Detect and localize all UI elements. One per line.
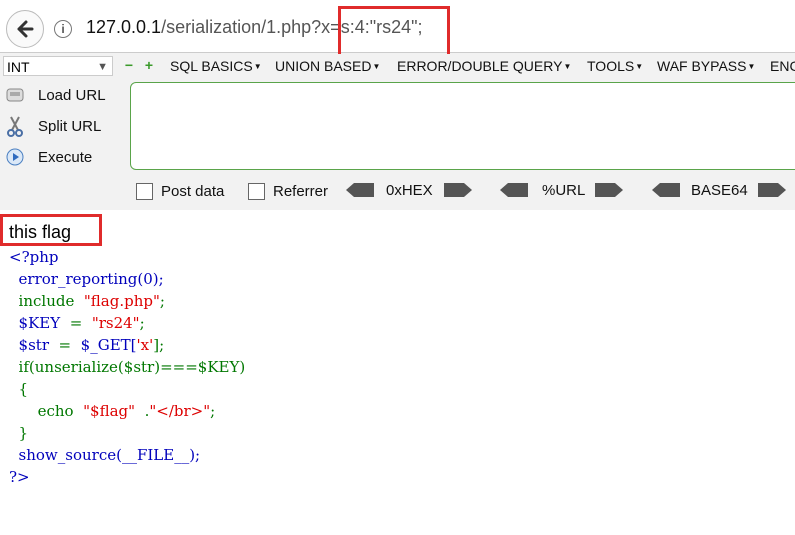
post-data-label: Post data xyxy=(161,182,225,200)
code-string: "</br>" xyxy=(149,402,211,420)
address-bar[interactable]: i 127.0.0.1/serialization/1.php?x=s:4:"r… xyxy=(0,0,795,59)
code-variable: $str xyxy=(18,336,49,354)
menu-label: TOOLS xyxy=(587,58,635,74)
page-content: this flag <?php error_reporting(0); incl… xyxy=(0,210,795,535)
url-encode-arrow-icon[interactable] xyxy=(595,183,623,197)
code-keyword: include xyxy=(18,292,75,310)
code-variable: $KEY xyxy=(18,314,61,332)
menu-waf-bypass[interactable]: WAF BYPASS▼ xyxy=(657,58,755,74)
referrer-option[interactable]: Referrer xyxy=(248,181,328,201)
referrer-checkbox[interactable] xyxy=(248,182,265,200)
post-data-checkbox[interactable] xyxy=(136,182,153,200)
load-url-icon xyxy=(4,84,26,106)
flag-output: this flag xyxy=(9,222,72,242)
hex-decode-arrow-icon[interactable] xyxy=(346,183,374,197)
hex-encode-arrow-icon[interactable] xyxy=(444,183,472,197)
play-icon xyxy=(4,146,26,168)
php-source: <?php error_reporting(0); include "flag.… xyxy=(9,248,246,486)
code-line: if(unserialize($str)===$KEY) xyxy=(18,358,246,376)
back-arrow-icon xyxy=(17,20,34,38)
url-decode-arrow-icon[interactable] xyxy=(500,183,528,197)
post-data-option[interactable]: Post data xyxy=(136,181,224,201)
base64-encode-arrow-icon[interactable] xyxy=(758,183,786,197)
chevron-down-icon: ▼ xyxy=(97,61,108,73)
back-button[interactable] xyxy=(6,10,44,48)
referrer-label: Referrer xyxy=(273,182,329,200)
execute-button[interactable]: Execute xyxy=(4,144,92,170)
url-highlight-box xyxy=(338,6,450,59)
code-string: "rs24" xyxy=(91,314,140,332)
url-encoding-label: %URL xyxy=(542,182,586,199)
code-keyword: echo xyxy=(37,402,74,420)
hackbar-toolbar: INT ▼ − + SQL BASICS▼ UNION BASED▼ ERROR… xyxy=(0,54,795,80)
load-url-label: Load URL xyxy=(38,86,106,104)
type-select[interactable]: INT ▼ xyxy=(3,56,113,76)
info-icon[interactable]: i xyxy=(54,20,72,38)
menu-union-based[interactable]: UNION BASED▼ xyxy=(275,58,380,74)
execute-label: Execute xyxy=(38,148,93,166)
split-url-label: Split URL xyxy=(38,117,102,135)
menu-label: SQL BASICS xyxy=(170,58,253,74)
code-string: 'x' xyxy=(136,336,154,354)
code-string: "$flag" xyxy=(83,402,136,420)
type-select-value: INT xyxy=(7,59,30,75)
url-host: 127.0.0.1 xyxy=(86,17,162,37)
code-line: show_source(__FILE__); xyxy=(18,446,201,464)
menu-tools[interactable]: TOOLS▼ xyxy=(587,58,643,74)
url-textarea[interactable] xyxy=(130,82,795,170)
plus-icon[interactable]: + xyxy=(143,58,155,72)
menu-label: ERROR/DOUBLE QUERY xyxy=(397,58,563,74)
menu-label: UNION BASED xyxy=(275,58,372,74)
code-string: "flag.php" xyxy=(83,292,160,310)
menu-sql-basics[interactable]: SQL BASICS▼ xyxy=(170,58,262,74)
load-url-button[interactable]: Load URL xyxy=(4,82,106,108)
code-line: ?> xyxy=(9,468,30,486)
menu-error-double-query[interactable]: ERROR/DOUBLE QUERY▼ xyxy=(397,58,571,74)
code-line: error_reporting(0); xyxy=(18,270,164,288)
hex-label: 0xHEX xyxy=(386,182,433,199)
scissors-icon xyxy=(4,115,26,137)
menu-label: WAF BYPASS xyxy=(657,58,747,74)
menu-encoding[interactable]: ENC xyxy=(770,58,795,74)
browser-chrome: i 127.0.0.1/serialization/1.php?x=s:4:"r… xyxy=(0,0,795,210)
base64-decode-arrow-icon[interactable] xyxy=(652,183,680,197)
minus-icon[interactable]: − xyxy=(123,58,135,72)
base64-label: BASE64 xyxy=(691,182,748,199)
menu-label: ENC xyxy=(770,58,795,74)
split-url-button[interactable]: Split URL xyxy=(4,113,101,139)
code-line: <?php xyxy=(9,248,59,266)
